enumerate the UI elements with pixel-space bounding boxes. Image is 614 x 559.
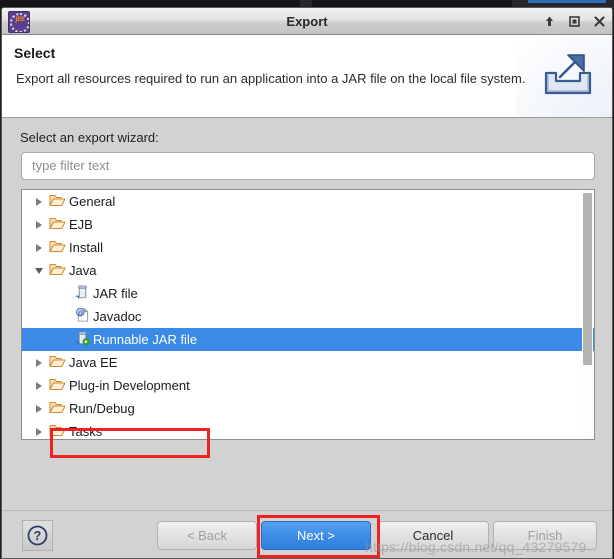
page-description: Export all resources required to run an …	[16, 71, 526, 86]
chevron-right-icon[interactable]	[32, 241, 46, 255]
tree-item-java-ee[interactable]: Java EE	[22, 351, 594, 374]
chevron-right-icon[interactable]	[32, 379, 46, 393]
tree-item-general[interactable]: General	[22, 190, 594, 213]
folder-icon	[49, 262, 69, 279]
tree-item-plug-in-development[interactable]: Plug-in Development	[22, 374, 594, 397]
filter-input[interactable]: type filter text	[21, 152, 595, 180]
tree-item-runnable-jar-file[interactable]: Runnable JAR file	[22, 328, 594, 351]
tree-scrollbar[interactable]	[582, 191, 593, 439]
export-dialog-window: JEE Export Select Export all resources r…	[1, 7, 613, 559]
chevron-down-icon[interactable]	[32, 264, 46, 278]
dialog-body: Select an export wizard: type filter tex…	[2, 118, 612, 511]
tree-item-label: Tasks	[69, 424, 103, 439]
jar-file-icon	[74, 284, 93, 303]
dialog-footer: ? < Back Next > Cancel Finish	[2, 510, 612, 558]
help-button[interactable]: ?	[22, 520, 53, 551]
tree-item-label: Plug-in Development	[69, 378, 190, 393]
folder-icon	[49, 193, 69, 210]
chevron-right-icon[interactable]	[32, 218, 46, 232]
folder-icon	[49, 423, 69, 439]
tree-item-label: Javadoc	[93, 309, 142, 324]
tree-item-label: Java EE	[69, 355, 118, 370]
back-button[interactable]: < Back	[157, 521, 257, 550]
tree-item-label: Java	[69, 263, 97, 278]
tree-item-label: Install	[69, 240, 103, 255]
chevron-right-icon[interactable]	[32, 402, 46, 416]
select-wizard-label: Select an export wizard:	[20, 130, 159, 145]
window-title: Export	[286, 14, 328, 29]
tree-item-jar-file[interactable]: JAR file	[22, 282, 594, 305]
runnable-jar-icon	[74, 330, 93, 349]
folder-icon	[49, 400, 69, 417]
chevron-right-icon[interactable]	[32, 425, 46, 439]
export-arrow-icon	[538, 49, 598, 105]
folder-icon	[49, 216, 69, 233]
tree-item-label: EJB	[69, 217, 93, 232]
next-button[interactable]: Next >	[261, 521, 371, 550]
dialog-header: Select Export all resources required to …	[2, 35, 612, 118]
window-controls	[540, 10, 608, 32]
tree-item-label: Runnable JAR file	[93, 332, 198, 347]
chevron-right-icon[interactable]	[32, 195, 46, 209]
square-icon[interactable]	[565, 12, 583, 30]
tree-item-java[interactable]: Java	[22, 259, 594, 282]
finish-button[interactable]: Finish	[493, 521, 597, 550]
close-x-icon[interactable]	[590, 12, 608, 30]
chevron-right-icon[interactable]	[32, 356, 46, 370]
export-wizard-tree[interactable]: General EJB Install Java JAR file @ Javadoc Run…	[21, 189, 595, 440]
tree-item-ejb[interactable]: EJB	[22, 213, 594, 236]
cancel-button[interactable]: Cancel	[377, 521, 489, 550]
tree-scrollbar-thumb[interactable]	[583, 193, 592, 365]
tree-item-javadoc[interactable]: @ Javadoc	[22, 305, 594, 328]
folder-icon	[49, 354, 69, 371]
tree-item-run-debug[interactable]: Run/Debug	[22, 397, 594, 420]
tree-item-install[interactable]: Install	[22, 236, 594, 259]
tree-rows-container: General EJB Install Java JAR file @ Javadoc Run…	[22, 190, 594, 439]
javadoc-icon: @	[74, 307, 93, 326]
dialog-titlebar[interactable]: JEE Export	[2, 8, 612, 35]
tree-item-label: JAR file	[93, 286, 138, 301]
svg-text:@: @	[77, 311, 83, 317]
tree-item-label: Run/Debug	[69, 401, 135, 416]
tree-item-tasks[interactable]: Tasks	[22, 420, 594, 439]
svg-text:?: ?	[34, 529, 42, 543]
folder-icon	[49, 377, 69, 394]
arrow-up-icon[interactable]	[540, 12, 558, 30]
tree-item-label: General	[69, 194, 116, 209]
desktop-accent-bar	[528, 0, 606, 3]
page-title: Select	[14, 45, 56, 61]
folder-icon	[49, 239, 69, 256]
